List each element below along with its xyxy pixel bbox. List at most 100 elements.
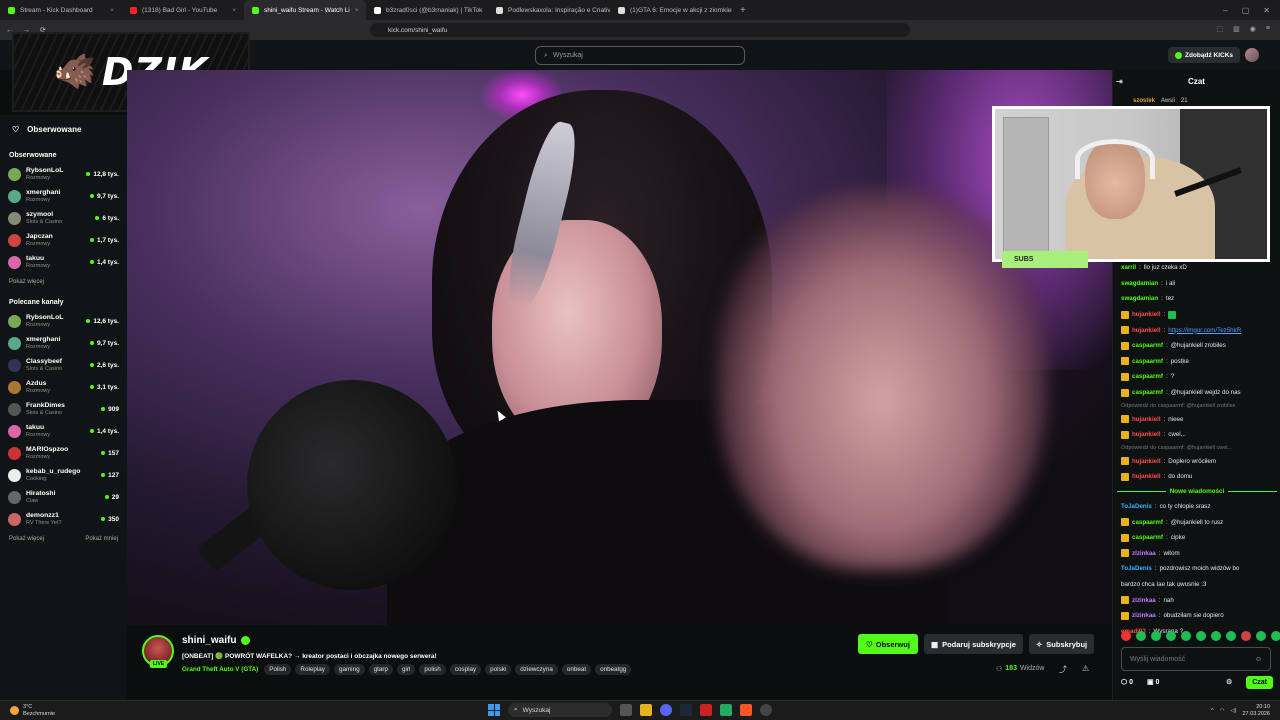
chat-username[interactable]: hujankiell [1132, 431, 1161, 438]
emote-icon[interactable] [1256, 631, 1266, 641]
subscribe-button[interactable]: ✧ Subskrybuj [1029, 634, 1095, 654]
emote-icon[interactable] [1271, 631, 1280, 641]
stream-tag[interactable]: cosplay [449, 664, 482, 675]
show-more-link[interactable]: Pokaż więcej [9, 536, 44, 542]
stream-tag[interactable]: gaming [333, 664, 365, 675]
emote-icon[interactable] [1166, 631, 1176, 641]
sidebar-channel[interactable]: RybsonLoL Rozmowy 12,8 tys. [0, 163, 127, 185]
sidebar-channel[interactable]: RybsonLoL Rozmowy 12,6 tys. [0, 310, 127, 332]
show-more-followed-link[interactable]: Pokaż więcej [9, 279, 44, 285]
chat-username[interactable]: caspaarmf [1132, 358, 1163, 365]
emote-icon[interactable] [1196, 631, 1206, 641]
volume-icon[interactable]: ◁) [1230, 708, 1236, 714]
emote-icon[interactable] [1226, 631, 1236, 641]
chat-username[interactable]: ToJaDenis [1121, 565, 1152, 572]
tab-close-icon[interactable]: × [232, 7, 236, 14]
taskbar-search[interactable]: ⌕ Wyszukaj [508, 703, 612, 717]
chat-username[interactable]: caspaarmf [1132, 534, 1163, 541]
brave-browser-icon[interactable] [740, 704, 752, 716]
stream-tag[interactable]: Roleplay [295, 664, 330, 675]
task-view-icon[interactable] [620, 704, 632, 716]
tray-chevron-icon[interactable]: ^ [1211, 708, 1214, 714]
browser-tab[interactable]: b3zrad0sci (@b3rnaniak) | TikTok× [366, 0, 488, 20]
stream-tag[interactable]: onbeatgg [595, 664, 632, 675]
sidebar-channel[interactable]: takuu Rozmowy 1,4 tys. [0, 251, 127, 273]
stream-tag[interactable]: polish [419, 664, 446, 675]
emote-icon[interactable] [1151, 631, 1161, 641]
follow-button[interactable]: ♡ Obserwuj [858, 634, 918, 654]
sidebar-following-header[interactable]: ♡ Obserwowane [0, 115, 127, 144]
sidebar-channel[interactable]: demonzz1 RV There Yet? 350 [0, 508, 127, 530]
sidebar-channel[interactable]: kebab_u_rudego Cooking 127 [0, 464, 127, 486]
emoji-icon[interactable]: ☺ [1255, 656, 1262, 663]
get-kicks-button[interactable]: Zdobądź KICKs [1168, 47, 1240, 63]
chat-username[interactable]: caspaarmf [1132, 389, 1163, 396]
emote-icon[interactable] [1136, 631, 1146, 641]
wifi-icon[interactable]: ◠ [1220, 708, 1225, 714]
browser-tab[interactable]: Podlewskaxola: Inspiração e Criativid× [488, 0, 610, 20]
new-tab-button[interactable]: + [732, 5, 754, 16]
emote-icon[interactable] [1181, 631, 1191, 641]
chat-username[interactable]: zlzinkaa [1132, 612, 1156, 619]
profile-icon[interactable]: ◉ [1250, 25, 1256, 33]
maximize-icon[interactable]: ▢ [1242, 6, 1250, 15]
browser-tab[interactable]: (1318) Bad Girl - YouTube × [122, 0, 244, 20]
sidebar-channel[interactable]: szymool Slots & Casino 6 tys. [0, 207, 127, 229]
tab-close-icon[interactable]: × [355, 7, 359, 14]
chat-username[interactable]: zlzinkaa [1132, 597, 1156, 604]
share-icon[interactable]: ⤴ [1059, 664, 1067, 675]
chat-input[interactable]: Wyślij wiadomość ☺ [1121, 647, 1271, 671]
stream-tag[interactable]: dziewczyna [515, 664, 558, 675]
sidebar-channel[interactable]: Classybeef Slots & Casino 2,6 tys. [0, 354, 127, 376]
show-less-link[interactable]: Pokaż mniej [85, 536, 118, 542]
sidebar-channel[interactable]: takuu Rozmowy 1,4 tys. [0, 420, 127, 442]
send-chat-button[interactable]: Czat [1246, 675, 1273, 689]
chat-username[interactable]: swagdamian [1121, 295, 1158, 302]
search-input[interactable]: ⌕ Wyszukaj [535, 46, 745, 65]
gear-icon[interactable]: ⚙ [1226, 678, 1232, 686]
report-icon[interactable]: ⚠ [1082, 664, 1089, 673]
app-icon-3[interactable] [760, 704, 772, 716]
browser-tab[interactable]: shini_waifu Stream - Watch Li × [244, 0, 366, 20]
kicks-balance[interactable]: ⬡ 0 [1121, 678, 1133, 686]
chat-username[interactable]: hujankiell [1132, 416, 1161, 423]
chat-username[interactable]: swagdamian [1121, 280, 1158, 287]
tab-close-icon[interactable]: × [110, 7, 114, 14]
user-avatar[interactable] [1245, 48, 1259, 62]
chat-username[interactable]: hujankiell [1132, 327, 1161, 334]
sidebar-channel[interactable]: MARIOspzoo Rozmowy 157 [0, 442, 127, 464]
stream-tag[interactable]: Polish [264, 664, 292, 675]
chat-username[interactable]: caspaarmf [1132, 342, 1163, 349]
app-icon-2[interactable] [720, 704, 732, 716]
chat-username[interactable]: ToJaDenis [1121, 503, 1152, 510]
sidebar-channel[interactable]: xmerghani Rozmowy 9,7 tys. [0, 185, 127, 207]
streamer-name[interactable]: shini_waifu [182, 635, 251, 646]
steam-icon[interactable] [680, 704, 692, 716]
sidebar-channel[interactable]: Azdus Rozmowy 3,1 tys. [0, 376, 127, 398]
sidebar-channel[interactable]: Japczan Rozmowy 1,7 tys. [0, 229, 127, 251]
video-player[interactable] [127, 70, 1112, 625]
emote-icon[interactable] [1121, 631, 1131, 641]
chat-username[interactable]: zlzinkaa [1132, 550, 1156, 557]
app-icon[interactable] [700, 704, 712, 716]
sidebar-icon[interactable]: ▥ [1233, 25, 1240, 33]
sidebar-channel[interactable]: Hiratoshi Claw 29 [0, 486, 127, 508]
extensions-icon[interactable]: ⬚ [1217, 25, 1224, 33]
game-category-link[interactable]: Grand Theft Auto V (GTA) [182, 666, 258, 673]
menu-icon[interactable]: ≡ [1266, 25, 1270, 33]
browser-tab[interactable]: Stream - Kick Dashboard × [0, 0, 122, 20]
chat-username[interactable]: hujankiell [1132, 458, 1161, 465]
emote-icon[interactable] [1241, 631, 1251, 641]
close-icon[interactable]: ✕ [1263, 6, 1270, 15]
browser-tab[interactable]: (1)GTA 6: Emocje w akcji z ziomkiem× [610, 0, 732, 20]
windows-start-icon[interactable] [488, 704, 500, 716]
stream-tag[interactable]: girl [396, 664, 416, 675]
discord-icon[interactable] [660, 704, 672, 716]
chat-username[interactable]: caspaarmf [1132, 519, 1163, 526]
file-explorer-icon[interactable] [640, 704, 652, 716]
collapse-chat-icon[interactable]: ⇥ [1116, 77, 1123, 86]
chat-link[interactable]: https://imgur.com/Tez5hkR [1168, 327, 1241, 334]
chat-username[interactable]: hujankiell [1132, 473, 1161, 480]
sidebar-channel[interactable]: FrankDimes Slots & Casino 909 [0, 398, 127, 420]
url-field[interactable]: kick.com/shini_waifu [370, 23, 910, 37]
